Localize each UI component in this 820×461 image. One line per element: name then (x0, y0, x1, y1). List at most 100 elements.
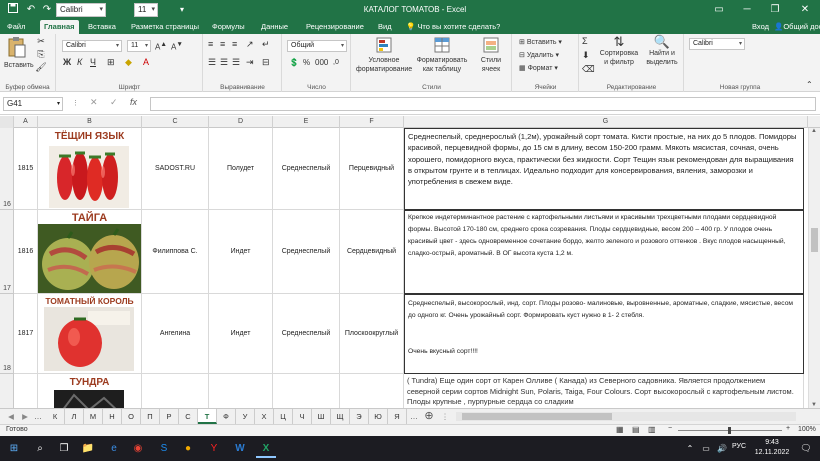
tab-view[interactable]: Вид (374, 20, 396, 34)
cell-variety[interactable]: ТОМАТНЫЙ КОРОЛЬ (38, 294, 142, 374)
sheet-tab[interactable]: У (236, 409, 255, 424)
clear-icon[interactable]: ⌫ (582, 65, 595, 74)
cell-ripening[interactable]: Среднеспелый (273, 210, 340, 294)
format-cells-button[interactable]: ▦ Формат ▾ (519, 64, 558, 73)
more-tabs-icon[interactable]: … (32, 409, 44, 424)
cell-description[interactable]: Крепкое индетерминантное растение с карт… (404, 210, 804, 294)
delete-cells-button[interactable]: ⊟ Удалить ▾ (519, 51, 559, 60)
cell-type[interactable]: Индет (209, 210, 273, 294)
customize-toolbar-icon[interactable]: ▾ (176, 3, 188, 17)
sheet-tab[interactable]: Э (350, 409, 369, 424)
task-view-icon[interactable]: ❐ (54, 439, 74, 458)
sheet-tab[interactable]: Р (160, 409, 179, 424)
paste-button[interactable]: Вставить (4, 36, 34, 70)
sheet-tab[interactable]: Ю (369, 409, 388, 424)
sheet-tab[interactable]: Ч (293, 409, 312, 424)
sheet-tab[interactable]: Л (65, 409, 84, 424)
cell-shape[interactable]: Перцевидный (340, 128, 404, 210)
fill-icon[interactable]: ⬇ (582, 51, 590, 60)
collapse-ribbon-icon[interactable]: ⌃ (806, 80, 813, 89)
autosum-icon[interactable]: Σ (582, 37, 588, 46)
cell-shape[interactable] (340, 374, 404, 408)
column-header-b[interactable]: B (38, 116, 142, 128)
column-header-a[interactable]: A (14, 116, 38, 128)
sheet-tab[interactable]: Ц (274, 409, 293, 424)
row-header[interactable]: 18 (0, 294, 14, 374)
underline-icon[interactable]: Ч (90, 58, 96, 67)
cell-author[interactable]: Филиппова С. (142, 210, 209, 294)
name-box[interactable]: G41 ▾ (3, 97, 63, 111)
volume-icon[interactable]: 🔊 (712, 439, 732, 458)
tab-formulas[interactable]: Формулы (208, 20, 249, 34)
fill-color-icon[interactable]: ◆ (125, 58, 132, 67)
zoom-level[interactable]: 100% (798, 426, 816, 433)
edge-icon[interactable]: e (104, 439, 124, 458)
wrap-text-icon[interactable]: ↵ (262, 40, 270, 49)
align-center-icon[interactable]: ☰ (220, 58, 228, 67)
percent-icon[interactable]: % (303, 58, 310, 67)
align-bottom-icon[interactable]: ≡ (232, 40, 237, 49)
cell-variety[interactable]: ТАЙГА (38, 210, 142, 294)
enter-icon[interactable]: ✓ (110, 98, 118, 107)
currency-icon[interactable]: 💲 (289, 58, 299, 67)
cell-id[interactable]: 1816 (14, 210, 38, 294)
select-all-corner[interactable] (0, 116, 14, 128)
tab-home[interactable]: Главная (40, 20, 79, 34)
column-header-g[interactable]: G (404, 116, 808, 128)
excel-icon[interactable]: X (256, 439, 276, 458)
sheet-tab[interactable]: П (141, 409, 160, 424)
insert-cells-button[interactable]: ⊞ Вставить ▾ (519, 38, 562, 47)
sheet-tab[interactable]: Щ (331, 409, 350, 424)
sheet-tab[interactable]: Я (388, 409, 407, 424)
sheet-tab[interactable]: С (179, 409, 198, 424)
quick-font-name[interactable]: Calibri ▾ (56, 3, 106, 17)
number-format-select[interactable]: Общий ▾ (287, 40, 347, 52)
ribbon-display-icon[interactable]: ▭ (704, 0, 734, 20)
sort-filter-button[interactable]: ⇅ Сортировка и фильтр (598, 35, 640, 67)
cell-description[interactable]: Среднеспелый, высокорослый, инд. сорт. П… (404, 294, 804, 374)
row-header[interactable]: 17 (0, 210, 14, 294)
word-icon[interactable]: W (230, 439, 250, 458)
orientation-icon[interactable]: ↗ (246, 40, 254, 49)
sheet-tab[interactable]: Ф (217, 409, 236, 424)
cell-id[interactable]: 1815 (14, 128, 38, 210)
borders-icon[interactable]: ⊞ (107, 58, 115, 67)
column-header-d[interactable]: D (209, 116, 273, 128)
sheet-tab[interactable]: Х (255, 409, 274, 424)
skype-icon[interactable]: S (154, 439, 174, 458)
horizontal-scrollbar[interactable] (456, 412, 796, 421)
cell-type[interactable]: Полудет (209, 128, 273, 210)
cell-type[interactable]: Индет (209, 294, 273, 374)
align-middle-icon[interactable]: ≡ (220, 40, 225, 49)
tab-data[interactable]: Данные (257, 20, 292, 34)
tab-file[interactable]: Файл (3, 20, 29, 34)
sheet-tab[interactable]: Ш (312, 409, 331, 424)
cell-id[interactable] (14, 374, 38, 408)
zoom-out-icon[interactable]: − (668, 425, 672, 432)
font-name-select[interactable]: Calibri ▾ (62, 40, 122, 52)
scroll-up-icon[interactable]: ▲ (811, 128, 817, 134)
shrink-font-icon[interactable]: A▼ (171, 40, 183, 52)
decimal-icon[interactable]: ,0 (333, 58, 339, 67)
notifications-icon[interactable]: 🗨 (796, 439, 816, 458)
align-right-icon[interactable]: ☰ (232, 58, 240, 67)
align-top-icon[interactable]: ≡ (208, 40, 213, 49)
column-header-e[interactable]: E (273, 116, 340, 128)
more-tabs-right-icon[interactable]: … (408, 409, 420, 424)
redo-icon[interactable]: ↷ (40, 3, 54, 17)
search-icon[interactable]: ⌕ (30, 439, 50, 458)
comma-icon[interactable]: 000 (315, 58, 328, 67)
font-color-icon[interactable]: A (143, 58, 149, 67)
tab-page-layout[interactable]: Разметка страницы (127, 20, 203, 34)
tab-review[interactable]: Рецензирование (302, 20, 368, 34)
indent-icon[interactable]: ⇥ (246, 58, 254, 67)
cell-author[interactable] (142, 374, 209, 408)
sheet-tab[interactable]: М (84, 409, 103, 424)
row-header[interactable]: 16 (0, 128, 14, 210)
page-break-icon[interactable]: ▥ (648, 425, 656, 434)
clock[interactable]: 9:43 12.11.2022 (752, 438, 792, 458)
hscroll-thumb[interactable] (462, 413, 612, 420)
sheet-tab[interactable]: Т (198, 409, 217, 424)
chrome-icon[interactable]: ◉ (128, 439, 148, 458)
windows-start-icon[interactable]: ⊞ (4, 439, 24, 458)
